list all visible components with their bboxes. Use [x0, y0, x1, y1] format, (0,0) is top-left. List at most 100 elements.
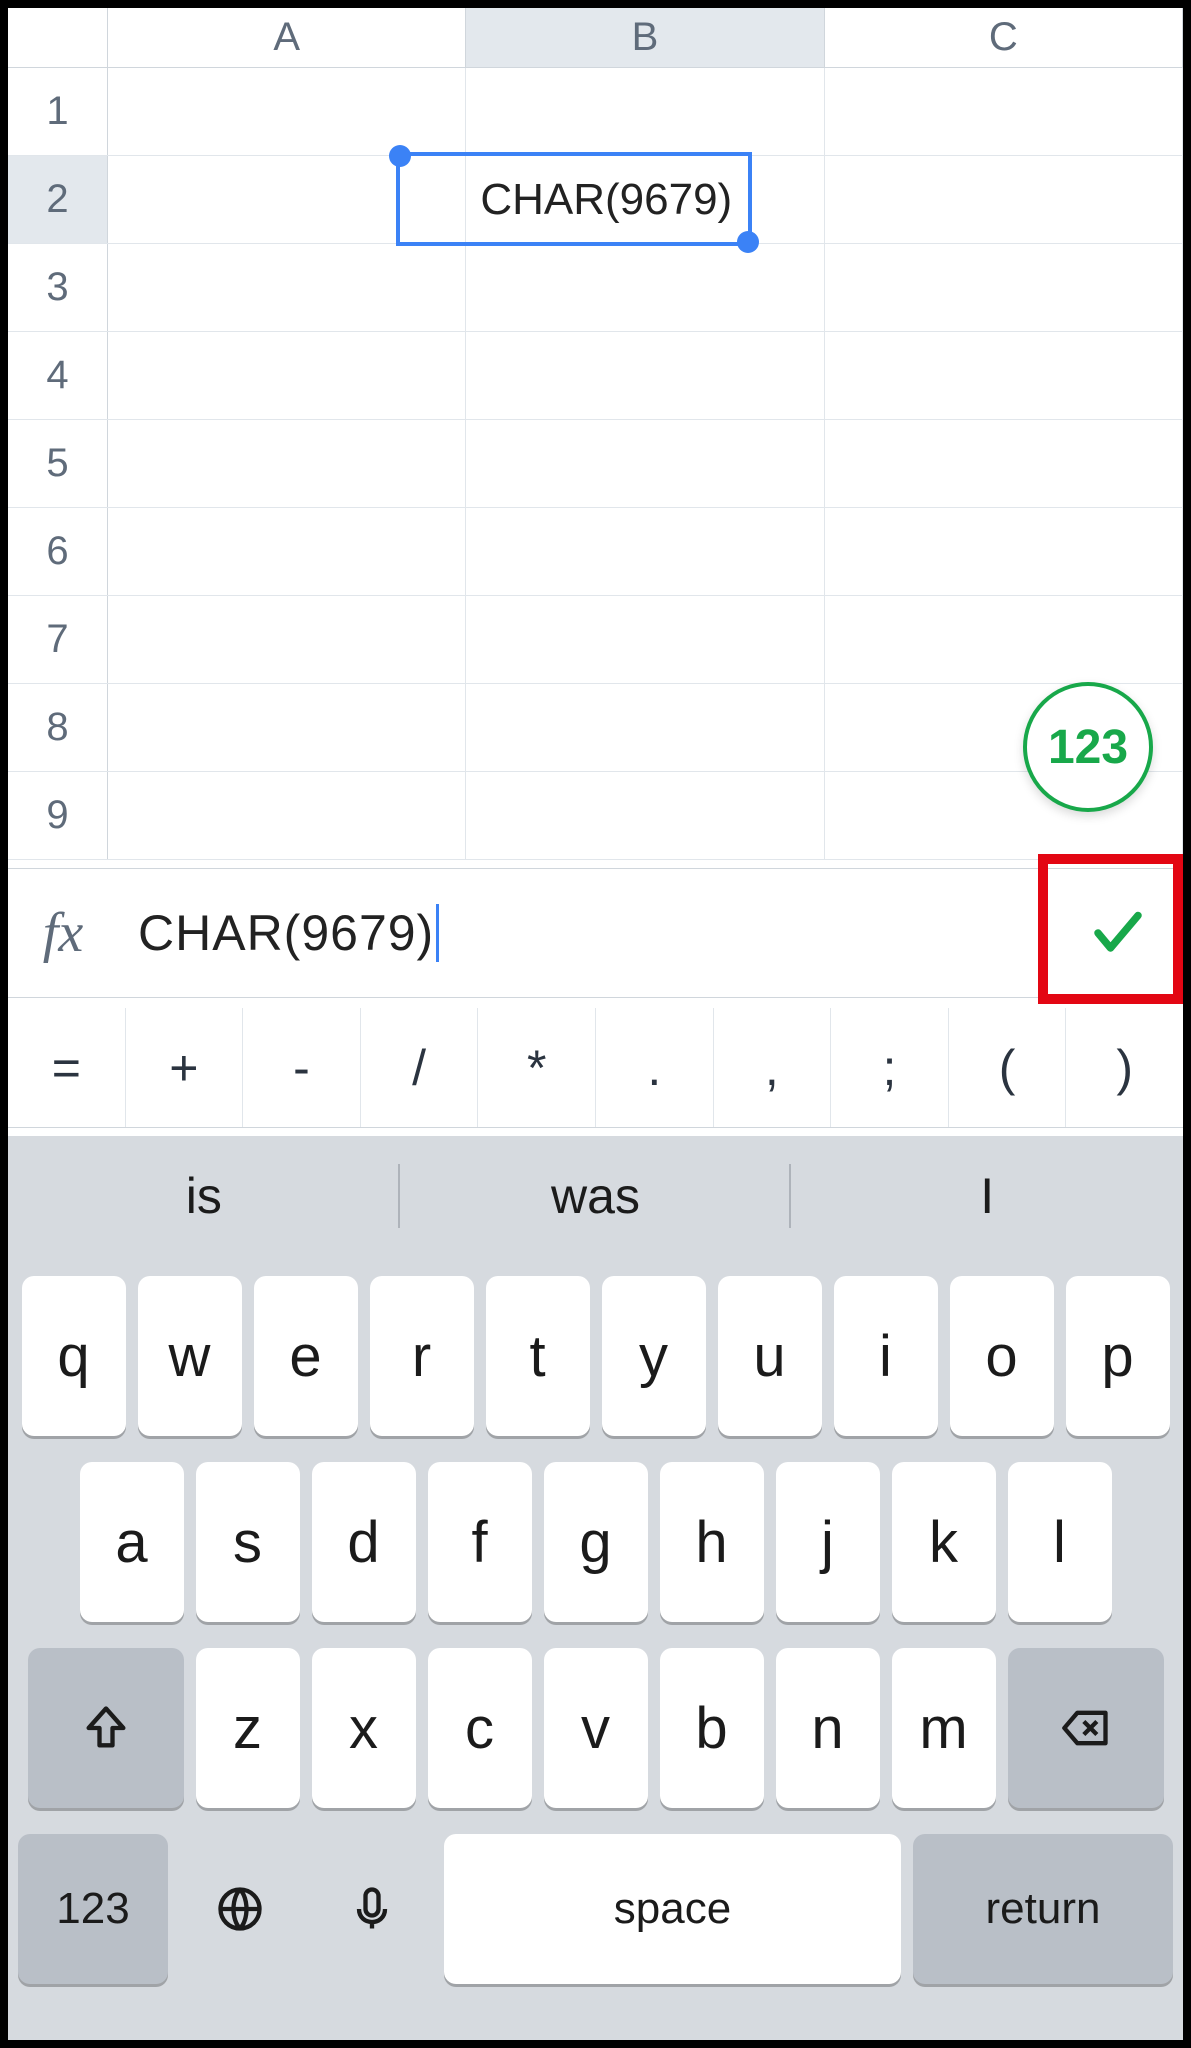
app-frame: A B C 1 2 CHAR(9679) 3 — [0, 0, 1191, 2048]
key-h[interactable]: h — [660, 1462, 764, 1622]
key-j[interactable]: j — [776, 1462, 880, 1622]
key-d[interactable]: d — [312, 1462, 416, 1622]
row-header-1[interactable]: 1 — [8, 68, 108, 155]
suggestion-1[interactable]: is — [8, 1136, 400, 1256]
key-m[interactable]: m — [892, 1648, 996, 1808]
formula-input[interactable]: CHAR(9679) — [118, 904, 1053, 962]
key-space[interactable]: space — [444, 1834, 901, 1984]
op-minus[interactable]: - — [243, 1008, 361, 1127]
cell-B1[interactable] — [466, 68, 824, 155]
cell-B7[interactable] — [466, 596, 824, 683]
cell-A9[interactable] — [108, 772, 466, 859]
key-i[interactable]: i — [834, 1276, 938, 1436]
fx-icon: fx — [8, 901, 118, 965]
cell-A8[interactable] — [108, 684, 466, 771]
key-z[interactable]: z — [196, 1648, 300, 1808]
cell-C5[interactable] — [825, 420, 1183, 507]
cell-C4[interactable] — [825, 332, 1183, 419]
row-header-7[interactable]: 7 — [8, 596, 108, 683]
column-header-B[interactable]: B — [466, 8, 824, 67]
key-t[interactable]: t — [486, 1276, 590, 1436]
select-all-corner[interactable] — [8, 8, 108, 67]
formula-bar: fx CHAR(9679) — [8, 868, 1183, 998]
key-o[interactable]: o — [950, 1276, 1054, 1436]
op-slash[interactable]: / — [361, 1008, 479, 1127]
key-backspace[interactable] — [1008, 1648, 1164, 1808]
key-s[interactable]: s — [196, 1462, 300, 1622]
op-plus[interactable]: + — [126, 1008, 244, 1127]
key-123[interactable]: 123 — [18, 1834, 168, 1984]
row-header-9[interactable]: 9 — [8, 772, 108, 859]
row-header-6[interactable]: 6 — [8, 508, 108, 595]
key-g[interactable]: g — [544, 1462, 648, 1622]
op-rparen[interactable]: ) — [1066, 1008, 1183, 1127]
key-w[interactable]: w — [138, 1276, 242, 1436]
key-a[interactable]: a — [80, 1462, 184, 1622]
key-e[interactable]: e — [254, 1276, 358, 1436]
key-u[interactable]: u — [718, 1276, 822, 1436]
op-lparen[interactable]: ( — [949, 1008, 1067, 1127]
cell-B2[interactable]: CHAR(9679) — [466, 156, 824, 243]
cell-C6[interactable] — [825, 508, 1183, 595]
cell-A2[interactable] — [108, 156, 466, 243]
key-b[interactable]: b — [660, 1648, 764, 1808]
key-f[interactable]: f — [428, 1462, 532, 1622]
column-header-A[interactable]: A — [108, 8, 466, 67]
keyboard-row-3: z x c v b n m — [18, 1648, 1173, 1808]
cell-C1[interactable] — [825, 68, 1183, 155]
key-r[interactable]: r — [370, 1276, 474, 1436]
cell-A4[interactable] — [108, 332, 466, 419]
op-equals[interactable]: = — [8, 1008, 126, 1127]
key-c[interactable]: c — [428, 1648, 532, 1808]
key-n[interactable]: n — [776, 1648, 880, 1808]
column-headers: A B C — [8, 8, 1183, 68]
checkmark-icon — [1088, 903, 1148, 963]
cell-B3[interactable] — [466, 244, 824, 331]
op-dot[interactable]: . — [596, 1008, 714, 1127]
suggestion-3[interactable]: I — [791, 1136, 1183, 1256]
key-y[interactable]: y — [602, 1276, 706, 1436]
cell-C3[interactable] — [825, 244, 1183, 331]
cell-A5[interactable] — [108, 420, 466, 507]
key-mic[interactable] — [312, 1834, 432, 1984]
key-p[interactable]: p — [1066, 1276, 1170, 1436]
key-return[interactable]: return — [913, 1834, 1173, 1984]
cell-A3[interactable] — [108, 244, 466, 331]
cell-B9[interactable] — [466, 772, 824, 859]
shift-icon — [80, 1702, 132, 1754]
op-asterisk[interactable]: * — [478, 1008, 596, 1127]
numeric-keypad-button[interactable]: 123 — [1023, 682, 1153, 812]
confirm-button[interactable] — [1053, 883, 1183, 983]
row-2: 2 CHAR(9679) — [8, 156, 1183, 244]
key-v[interactable]: v — [544, 1648, 648, 1808]
row-header-4[interactable]: 4 — [8, 332, 108, 419]
op-semicolon[interactable]: ; — [831, 1008, 949, 1127]
row-header-8[interactable]: 8 — [8, 684, 108, 771]
cell-C2[interactable] — [825, 156, 1183, 243]
key-l[interactable]: l — [1008, 1462, 1112, 1622]
cell-C7[interactable] — [825, 596, 1183, 683]
op-comma[interactable]: , — [714, 1008, 832, 1127]
row-4: 4 — [8, 332, 1183, 420]
cell-A6[interactable] — [108, 508, 466, 595]
key-q[interactable]: q — [22, 1276, 126, 1436]
key-k[interactable]: k — [892, 1462, 996, 1622]
key-shift[interactable] — [28, 1648, 184, 1808]
spreadsheet: A B C 1 2 CHAR(9679) 3 — [8, 8, 1183, 868]
suggestion-2[interactable]: was — [400, 1136, 792, 1256]
cell-B4[interactable] — [466, 332, 824, 419]
row-header-2[interactable]: 2 — [8, 156, 108, 243]
key-x[interactable]: x — [312, 1648, 416, 1808]
key-globe[interactable] — [180, 1834, 300, 1984]
row-3: 3 — [8, 244, 1183, 332]
cell-A7[interactable] — [108, 596, 466, 683]
column-header-C[interactable]: C — [825, 8, 1183, 67]
cell-B8[interactable] — [466, 684, 824, 771]
cell-A1[interactable] — [108, 68, 466, 155]
row-1: 1 — [8, 68, 1183, 156]
cell-B6[interactable] — [466, 508, 824, 595]
row-header-5[interactable]: 5 — [8, 420, 108, 507]
cell-B5[interactable] — [466, 420, 824, 507]
globe-icon — [214, 1883, 266, 1935]
row-header-3[interactable]: 3 — [8, 244, 108, 331]
